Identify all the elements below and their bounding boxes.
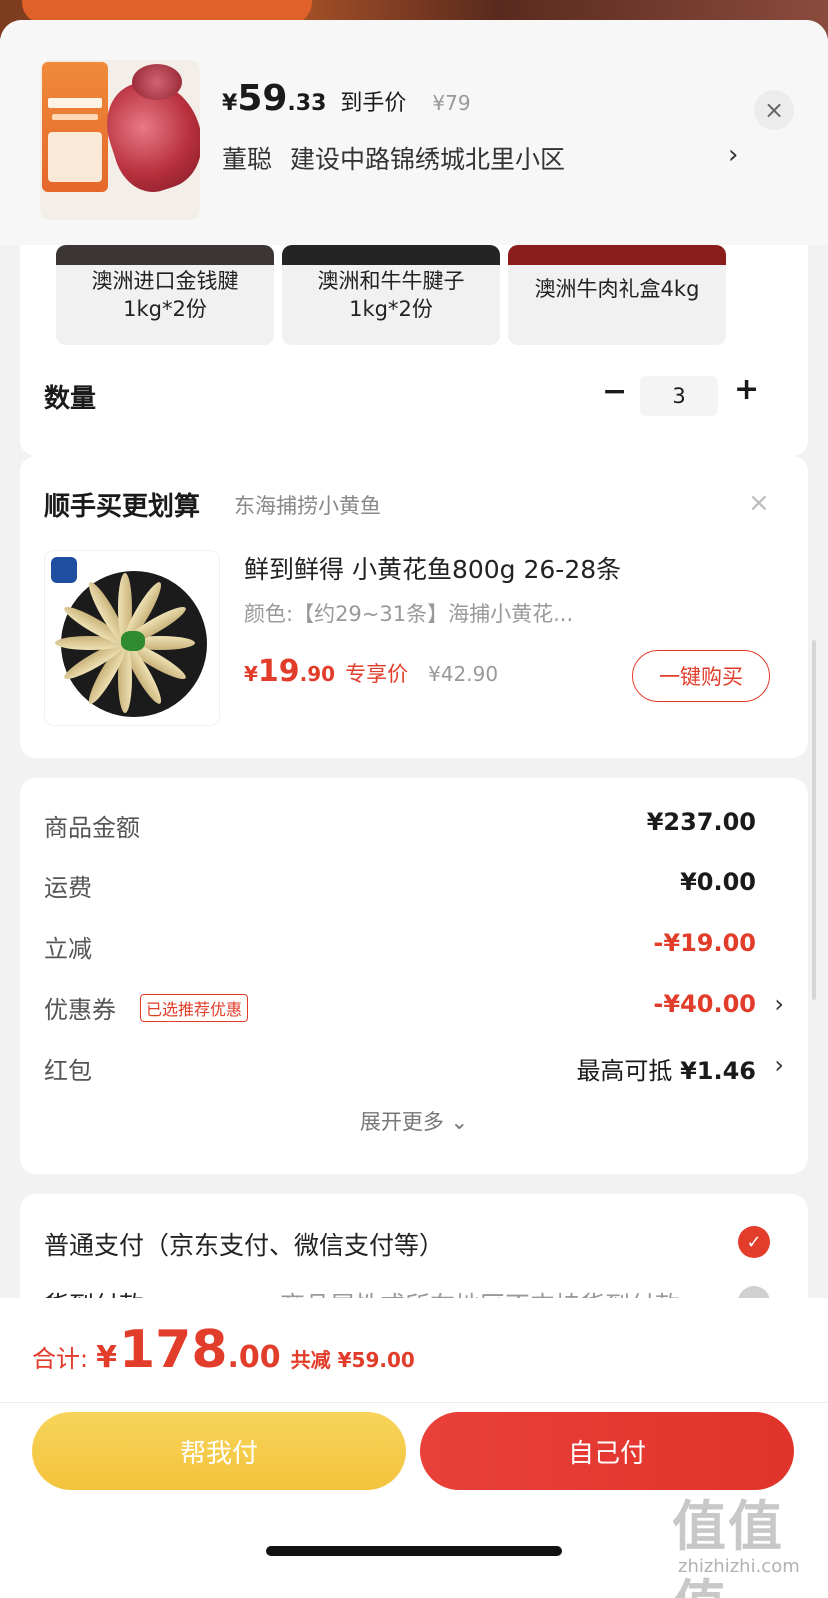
checkout-bar: 合计: ¥ 178 .00 共减 ¥59.00 帮我付 自己付 值值值 zhiz… — [0, 1298, 828, 1598]
upsell-price-label: 专享价 — [345, 662, 409, 686]
variant-option[interactable]: 澳洲牛肉礼盒4kg — [508, 245, 726, 345]
fish-product-image[interactable] — [44, 550, 220, 726]
watermark-url: zhizhizhi.com — [678, 1556, 800, 1577]
price-integer: 59 — [237, 78, 288, 119]
chevron-right-icon[interactable]: › — [774, 990, 784, 1018]
price-decimal: .33 — [287, 91, 327, 116]
product-header: ¥ 59 .33 到手价 ¥79 董聪 建设中路锦绣城北里小区 › × — [0, 20, 828, 245]
upsell-price-decimal: .90 — [299, 662, 336, 686]
plus-icon[interactable]: + — [734, 372, 759, 407]
quantity-label: 数量 — [44, 384, 97, 414]
original-price: ¥79 — [432, 91, 471, 115]
scrollbar[interactable] — [812, 640, 816, 1000]
help-me-pay-button[interactable]: 帮我付 — [32, 1412, 406, 1490]
summary-key: 立减 — [44, 935, 92, 963]
divider — [0, 1402, 828, 1403]
pay-myself-button[interactable]: 自己付 — [420, 1412, 794, 1490]
redpacket-amount: ¥1.46 — [680, 1057, 756, 1085]
total-currency: ¥ — [96, 1340, 117, 1375]
one-click-buy-button[interactable]: 一键购买 — [632, 650, 770, 702]
product-package-image — [42, 62, 108, 192]
variant-label: 澳洲进口金钱腱 1kg*2份 — [91, 269, 239, 321]
variant-label: 澳洲和牛牛腱子 1kg*2份 — [317, 269, 465, 321]
variant-option[interactable]: 澳洲和牛牛腱子 1kg*2份 — [282, 245, 500, 345]
upsell-price: ¥ 19 .90 专享价 ¥42.90 — [244, 654, 498, 689]
summary-key: 红包 — [44, 1057, 92, 1085]
upsell-product-name[interactable]: 鲜到鲜得 小黄花鱼800g 26-28条 — [244, 550, 621, 586]
home-indicator[interactable] — [266, 1546, 562, 1556]
price-label: 到手价 — [340, 91, 407, 116]
total-decimal: .00 — [227, 1340, 281, 1375]
upsell-price-currency: ¥ — [244, 662, 258, 686]
price-currency: ¥ — [222, 91, 238, 116]
close-icon[interactable]: × — [748, 488, 770, 518]
summary-key: 商品金额 — [44, 814, 140, 842]
variant-label: 澳洲牛肉礼盒4kg — [534, 277, 700, 301]
summary-value: ¥0.00 — [680, 868, 756, 896]
total-integer: 178 — [118, 1320, 228, 1380]
variant-image — [508, 245, 726, 265]
brand-badge-icon — [51, 557, 77, 583]
expand-more-button[interactable]: 展开更多 ⌄ — [20, 1106, 808, 1136]
summary-key: 优惠券 — [44, 996, 116, 1024]
recipient-name: 董聪 — [222, 145, 273, 174]
summary-row-goods: 商品金额 ¥237.00 — [44, 808, 784, 848]
summary-row-discount: 立减 -¥19.00 — [44, 929, 784, 969]
address-text: 建设中路锦绣城北里小区 — [290, 145, 566, 174]
chevron-right-icon[interactable]: › — [774, 1051, 784, 1079]
summary-value: 最高可抵 ¥1.46 — [576, 1051, 756, 1086]
upsell-original-price: ¥42.90 — [428, 662, 499, 686]
summary-value: -¥19.00 — [653, 929, 756, 957]
redpacket-prefix: 最高可抵 — [576, 1057, 673, 1085]
herb-garnish — [121, 631, 145, 651]
watermark-glyphs: 值值值 — [672, 1495, 784, 1598]
price-summary-card: 商品金额 ¥237.00 运费 ¥0.00 立减 -¥19.00 优惠券 已选推… — [20, 778, 808, 1174]
upsell-product-spec: 颜色:【约29~31条】海捕小黄花... — [244, 602, 574, 626]
chevron-right-icon[interactable]: › — [728, 140, 738, 170]
quantity-input[interactable]: 3 — [640, 376, 718, 416]
upsell-card: 顺手买更划算 东海捕捞小黄鱼 × 鲜到鲜得 小黄花鱼800g 26-28条 颜色… — [20, 456, 808, 758]
close-button[interactable]: × — [754, 90, 794, 130]
payment-option-normal[interactable]: 普通支付（京东支付、微信支付等） — [44, 1226, 444, 1262]
watermark-logo: 值值值 zhizhizhi.com — [672, 1482, 822, 1598]
minus-icon[interactable]: − — [602, 374, 627, 409]
product-thumbnail — [40, 60, 200, 220]
variant-image — [56, 245, 274, 265]
summary-row-redpacket[interactable]: 红包 最高可抵 ¥1.46 › — [44, 1051, 784, 1091]
check-icon[interactable]: ✓ — [738, 1226, 770, 1258]
summary-row-shipping: 运费 ¥0.00 — [44, 868, 784, 908]
upsell-title: 顺手买更划算 — [44, 492, 201, 522]
variant-image — [282, 245, 500, 265]
summary-value: -¥40.00 — [653, 990, 756, 1018]
summary-row-coupon[interactable]: 优惠券 已选推荐优惠 -¥40.00 › — [44, 990, 784, 1030]
total-saved: 共减 ¥59.00 — [290, 1348, 415, 1372]
delivery-address[interactable]: 董聪 建设中路锦绣城北里小区 — [222, 140, 565, 176]
beef-image-2 — [132, 64, 182, 100]
upsell-subtitle: 东海捕捞小黄鱼 — [234, 494, 381, 518]
summary-value: ¥237.00 — [646, 808, 756, 836]
total-price: 合计: ¥ 178 .00 共减 ¥59.00 — [32, 1320, 415, 1380]
variant-option[interactable]: 澳洲进口金钱腱 1kg*2份 — [56, 245, 274, 345]
upsell-price-integer: 19 — [257, 654, 300, 689]
final-price: ¥ 59 .33 到手价 ¥79 — [222, 78, 471, 119]
coupon-tag: 已选推荐优惠 — [140, 994, 249, 1022]
summary-key: 运费 — [44, 874, 92, 902]
total-label: 合计: — [32, 1345, 89, 1373]
